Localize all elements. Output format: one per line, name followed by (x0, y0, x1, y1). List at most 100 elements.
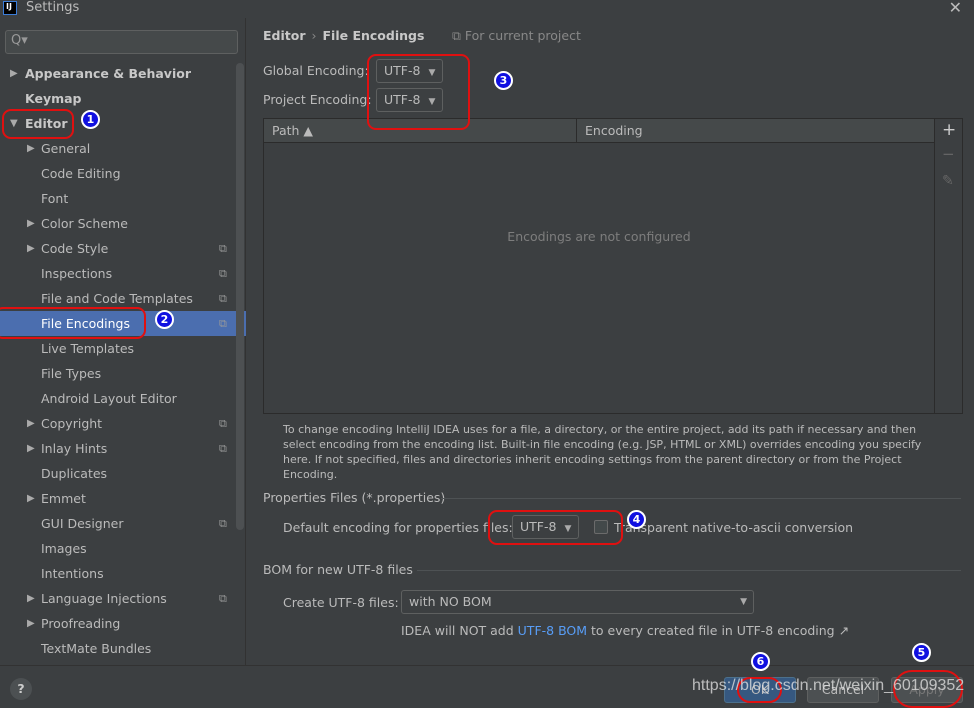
sidebar-item-label: Images (41, 541, 87, 556)
annotation-number: 5 (912, 643, 931, 662)
empty-table-text: Encodings are not configured (507, 229, 691, 244)
search-input[interactable]: Q▾ (5, 30, 238, 54)
project-scope-icon: ⧉ (219, 417, 227, 430)
chevron-down-icon: ▼ (740, 597, 747, 607)
intellij-logo-icon: IJ (3, 1, 17, 15)
chevron-right-icon[interactable]: ▶ (27, 611, 35, 636)
sidebar-item[interactable]: Images (0, 536, 236, 561)
sidebar-item[interactable]: ▶ General (0, 136, 236, 161)
annotation-number: 1 (81, 110, 100, 129)
annotation-ring (2, 109, 74, 139)
sidebar-item-label: Language Injections (41, 591, 167, 606)
bom-dropdown[interactable]: with NO BOM ▼ (401, 590, 754, 614)
chevron-right-icon[interactable]: ▶ (27, 411, 35, 436)
annotation-ring (488, 510, 623, 545)
sidebar-item[interactable]: ▶ Inlay Hints ⧉ (0, 436, 236, 461)
sidebar-item[interactable]: GUI Designer ⧉ (0, 511, 236, 536)
sidebar-item[interactable]: ▶ Emmet (0, 486, 236, 511)
column-path[interactable]: Path ▲ (272, 123, 313, 138)
sidebar-item-label: Emmet (41, 491, 86, 506)
sidebar-item[interactable]: ▶ Language Injections ⧉ (0, 586, 236, 611)
global-encoding-label: Global Encoding: (263, 63, 369, 78)
sidebar-item[interactable]: ▶ Code Style ⧉ (0, 236, 236, 261)
help-button[interactable]: ? (10, 678, 32, 700)
add-icon[interactable]: + (942, 120, 956, 140)
sidebar-item-label: Code Editing (41, 166, 121, 181)
sidebar-item-label: General (41, 141, 91, 156)
title-bar: IJ Settings ✕ (0, 0, 974, 18)
encoding-table: Path ▲ Encoding Encodings are not config… (263, 118, 935, 414)
breadcrumb-current: File Encodings (322, 28, 425, 43)
chevron-right-icon[interactable]: ▶ (27, 211, 35, 236)
sidebar-item[interactable]: Duplicates (0, 461, 236, 486)
annotation-number: 4 (627, 510, 646, 529)
sidebar-item[interactable]: ▶ Appearance & Behavior (0, 61, 236, 86)
main-panel: Editor › File Encodings ⧉ For current proj… (247, 18, 974, 665)
column-divider (576, 119, 577, 142)
column-encoding[interactable]: Encoding (585, 123, 643, 138)
sidebar-item[interactable]: Font (0, 186, 236, 211)
chevron-right-icon[interactable]: ▶ (27, 486, 35, 511)
edit-icon[interactable]: ✎ (942, 173, 954, 189)
sidebar-item-label: Font (41, 191, 69, 206)
sidebar-item[interactable]: Inspections ⧉ (0, 261, 236, 286)
project-scope-icon: ⧉ (219, 592, 227, 605)
sidebar-item[interactable]: Intentions (0, 561, 236, 586)
chevron-right-icon[interactable]: ▶ (27, 136, 35, 161)
remove-icon[interactable]: − (942, 145, 955, 163)
chevron-right-icon[interactable]: ▶ (27, 436, 35, 461)
properties-section-title: Properties Files (*.properties) (263, 490, 446, 505)
table-header: Path ▲ Encoding (264, 119, 934, 143)
search-icon: Q▾ (11, 33, 28, 48)
sidebar-item[interactable]: Android Layout Editor (0, 386, 236, 411)
sidebar-item-label: Android Layout Editor (41, 391, 177, 406)
close-icon[interactable]: ✕ (949, 0, 962, 17)
sidebar-item[interactable]: Live Templates (0, 336, 236, 361)
sidebar-item[interactable]: ▶ Copyright ⧉ (0, 411, 236, 436)
sidebar-scrollbar[interactable] (236, 63, 244, 530)
sidebar-item-label: Code Style (41, 241, 109, 256)
utf8-bom-link[interactable]: UTF-8 BOM (518, 623, 587, 638)
sidebar-item-label: Color Scheme (41, 216, 128, 231)
properties-default-label: Default encoding for properties files: (283, 520, 513, 535)
sidebar-item-label: Copyright (41, 416, 103, 431)
sidebar-item-label: Duplicates (41, 466, 108, 481)
sidebar-item-label: GUI Designer (41, 516, 124, 531)
sidebar-item[interactable]: Code Editing (0, 161, 236, 186)
annotation-number: 3 (494, 71, 513, 90)
bom-note: IDEA will NOT add UTF-8 BOM to every cre… (401, 623, 849, 638)
breadcrumb-parent[interactable]: Editor (263, 28, 306, 43)
bom-value: with NO BOM (409, 594, 492, 609)
bom-note-text: to every created file in UTF-8 encoding … (587, 623, 850, 638)
transparent-conversion-label[interactable]: Transparent native-to-ascii conversion (614, 520, 853, 535)
project-scope-note: ⧉ For current project (452, 28, 581, 43)
sidebar-item-label: Appearance & Behavior (25, 66, 191, 81)
sidebar-item-label: Proofreading (41, 616, 121, 631)
bom-section-title: BOM for new UTF-8 files (263, 562, 413, 577)
sidebar-item[interactable]: TextMate Bundles (0, 636, 236, 661)
project-scope-icon: ⧉ (219, 517, 227, 530)
breadcrumb: Editor › File Encodings (263, 28, 424, 43)
sidebar-item[interactable]: File Types (0, 361, 236, 386)
sidebar-item-label: Inspections (41, 266, 113, 281)
encoding-description: To change encoding IntelliJ IDEA uses fo… (283, 423, 922, 481)
annotation-number: 2 (155, 310, 174, 329)
sidebar-item-label: File Types (41, 366, 102, 381)
sidebar-item-label: Keymap (25, 91, 82, 106)
divider (417, 570, 961, 571)
sidebar-item-label: Inlay Hints (41, 441, 108, 456)
project-scope-icon: ⧉ (219, 442, 227, 455)
chevron-right-icon[interactable]: ▶ (27, 586, 35, 611)
sidebar-item[interactable]: Keymap (0, 86, 236, 111)
chevron-right-icon[interactable]: ▶ (10, 61, 18, 86)
annotation-ring (0, 307, 146, 339)
project-scope-icon: ⧉ (219, 267, 227, 280)
watermark: https://blog.csdn.net/weixin_60109352 (692, 677, 965, 694)
sidebar-item[interactable]: ▶ Color Scheme (0, 211, 236, 236)
chevron-right-icon[interactable]: ▶ (27, 236, 35, 261)
bom-note-text: IDEA will NOT add (401, 623, 518, 638)
sidebar-item[interactable]: ▶ Proofreading (0, 611, 236, 636)
sidebar-item-label: TextMate Bundles (41, 641, 152, 656)
table-toolbar: + − ✎ (935, 118, 963, 414)
create-utf8-label: Create UTF-8 files: (283, 595, 399, 610)
